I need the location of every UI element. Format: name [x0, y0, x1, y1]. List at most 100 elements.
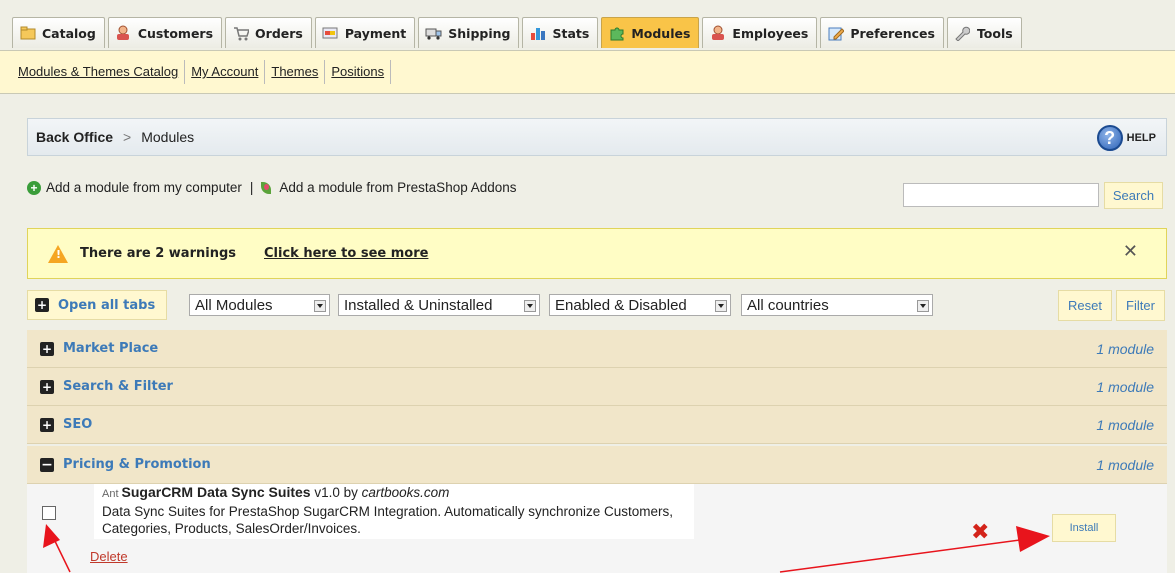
category-name: Market Place	[63, 341, 159, 356]
expand-icon: +	[40, 417, 54, 432]
help-label: HELP	[1126, 132, 1156, 144]
tab-label: Employees	[732, 25, 809, 41]
tab-stats[interactable]: Stats	[522, 17, 599, 48]
collapse-icon: −	[40, 456, 54, 473]
tab-customers[interactable]: Customers	[107, 17, 223, 48]
addons-leaf-icon	[261, 181, 272, 194]
add-module-actions: + Add a module from my computer | Add a …	[27, 180, 517, 195]
tab-catalog[interactable]: Catalog	[12, 17, 105, 48]
subnav-themes[interactable]: Themes	[264, 60, 324, 84]
breadcrumb-current: Modules	[141, 129, 195, 145]
category-market-place[interactable]: + Market Place 1 module	[27, 330, 1167, 368]
category-search-filter[interactable]: + Search & Filter 1 module	[27, 368, 1167, 406]
customer-icon	[115, 25, 132, 42]
module-count: 1 module	[1096, 340, 1154, 357]
tab-shipping[interactable]: Shipping	[418, 17, 520, 48]
truck-icon	[425, 25, 442, 42]
module-count: 1 module	[1096, 456, 1154, 473]
module-select-checkbox[interactable]	[42, 506, 56, 520]
warning-text: There are 2 warnings	[80, 246, 236, 261]
help-icon: ?	[1096, 125, 1123, 151]
category-name: Pricing & Promotion	[63, 457, 211, 472]
search-button[interactable]: Search	[1104, 182, 1163, 209]
warning-banner: There are 2 warnings Click here to see m…	[27, 228, 1167, 279]
tab-label: Customers	[137, 25, 214, 41]
breadcrumb-root[interactable]: Back Office	[36, 129, 113, 145]
expand-icon: +	[40, 379, 54, 394]
reset-button[interactable]: Reset	[1058, 290, 1112, 321]
bar-chart-icon	[529, 25, 546, 42]
module-author: cartbooks.com	[361, 485, 450, 500]
not-installed-x-icon: ✖	[971, 520, 990, 545]
module-name: SugarCRM Data Sync Suites	[121, 484, 311, 500]
open-all-tabs-button[interactable]: + Open all tabs	[27, 290, 167, 320]
wrench-icon	[954, 25, 971, 42]
category-name: SEO	[63, 417, 93, 432]
subnav-positions[interactable]: Positions	[324, 60, 392, 84]
puzzle-icon	[608, 25, 625, 42]
select-value: All Modules	[195, 296, 273, 314]
chevron-down-icon	[314, 300, 326, 312]
category-seo[interactable]: + SEO 1 module	[27, 406, 1167, 444]
subnav-my-account[interactable]: My Account	[184, 60, 264, 84]
module-description: Data Sync Suites for PrestaShop SugarCRM…	[102, 504, 674, 536]
module-search-input[interactable]	[903, 183, 1099, 207]
top-tab-bar: Catalog Customers Orders Payment Shippin…	[0, 0, 1175, 50]
payment-icon	[322, 25, 339, 42]
module-filters: + Open all tabs All Modules Installed & …	[27, 290, 1167, 320]
chevron-down-icon	[524, 300, 536, 312]
category-pricing-promotion[interactable]: − Pricing & Promotion 1 module	[27, 446, 1167, 484]
tab-label: Shipping	[448, 25, 511, 41]
pencil-icon	[827, 25, 844, 42]
install-status-select[interactable]: Installed & Uninstalled	[338, 294, 540, 316]
module-count: 1 module	[1096, 416, 1154, 433]
module-version: v1.0 by	[314, 485, 358, 500]
module-row: Ant SugarCRM Data Sync Suites v1.0 by car…	[27, 484, 1167, 573]
module-logo: Ant	[102, 488, 119, 500]
breadcrumb: Back Office > Modules ? HELP	[27, 118, 1167, 156]
chevron-down-icon	[917, 300, 929, 312]
module-info: Ant SugarCRM Data Sync Suites v1.0 by car…	[94, 484, 694, 539]
enabled-status-select[interactable]: Enabled & Disabled	[549, 294, 731, 316]
see-more-warnings-link[interactable]: Click here to see more	[264, 246, 428, 261]
warning-icon	[48, 244, 68, 263]
sub-navigation: Modules & Themes Catalog My Account Them…	[0, 50, 1175, 94]
tab-employees[interactable]: Employees	[702, 17, 818, 48]
filter-button[interactable]: Filter	[1116, 290, 1165, 321]
cart-icon	[232, 25, 249, 42]
tab-tools[interactable]: Tools	[946, 17, 1022, 48]
chevron-down-icon	[715, 300, 727, 312]
tab-payment[interactable]: Payment	[314, 17, 416, 48]
tab-orders[interactable]: Orders	[225, 17, 312, 48]
tab-label: Preferences	[850, 25, 935, 41]
module-count: 1 module	[1096, 378, 1154, 395]
tab-label: Catalog	[42, 25, 96, 41]
select-value: Installed & Uninstalled	[344, 296, 493, 314]
country-select[interactable]: All countries	[741, 294, 933, 316]
subnav-modules-themes-catalog[interactable]: Modules & Themes Catalog	[18, 60, 184, 84]
delete-module-link[interactable]: Delete	[90, 549, 128, 564]
tab-label: Payment	[344, 25, 407, 41]
install-button[interactable]: Install	[1052, 514, 1116, 542]
folder-icon	[19, 25, 36, 42]
module-type-select[interactable]: All Modules	[189, 294, 330, 316]
breadcrumb-separator: >	[123, 129, 132, 145]
tab-modules[interactable]: Modules	[601, 17, 700, 48]
add-module-from-computer-link[interactable]: Add a module from my computer	[46, 180, 242, 195]
tab-label: Tools	[976, 25, 1013, 41]
employee-icon	[709, 25, 726, 42]
add-icon: +	[27, 180, 41, 195]
tab-label: Orders	[255, 25, 303, 41]
divider: |	[249, 180, 254, 195]
open-all-tabs-label: Open all tabs	[58, 297, 156, 313]
select-value: Enabled & Disabled	[555, 296, 687, 314]
tab-label: Stats	[552, 25, 590, 41]
main-content: Back Office > Modules ? HELP	[27, 118, 1167, 156]
add-module-from-addons-link[interactable]: Add a module from PrestaShop Addons	[279, 180, 516, 195]
main-tabs: Catalog Customers Orders Payment Shippin…	[12, 17, 1025, 48]
select-value: All countries	[747, 296, 829, 314]
close-warning-icon[interactable]: ✕	[1123, 241, 1138, 262]
tab-preferences[interactable]: Preferences	[820, 17, 944, 48]
help-button[interactable]: ? HELP	[1096, 125, 1156, 151]
category-name: Search & Filter	[63, 379, 173, 394]
